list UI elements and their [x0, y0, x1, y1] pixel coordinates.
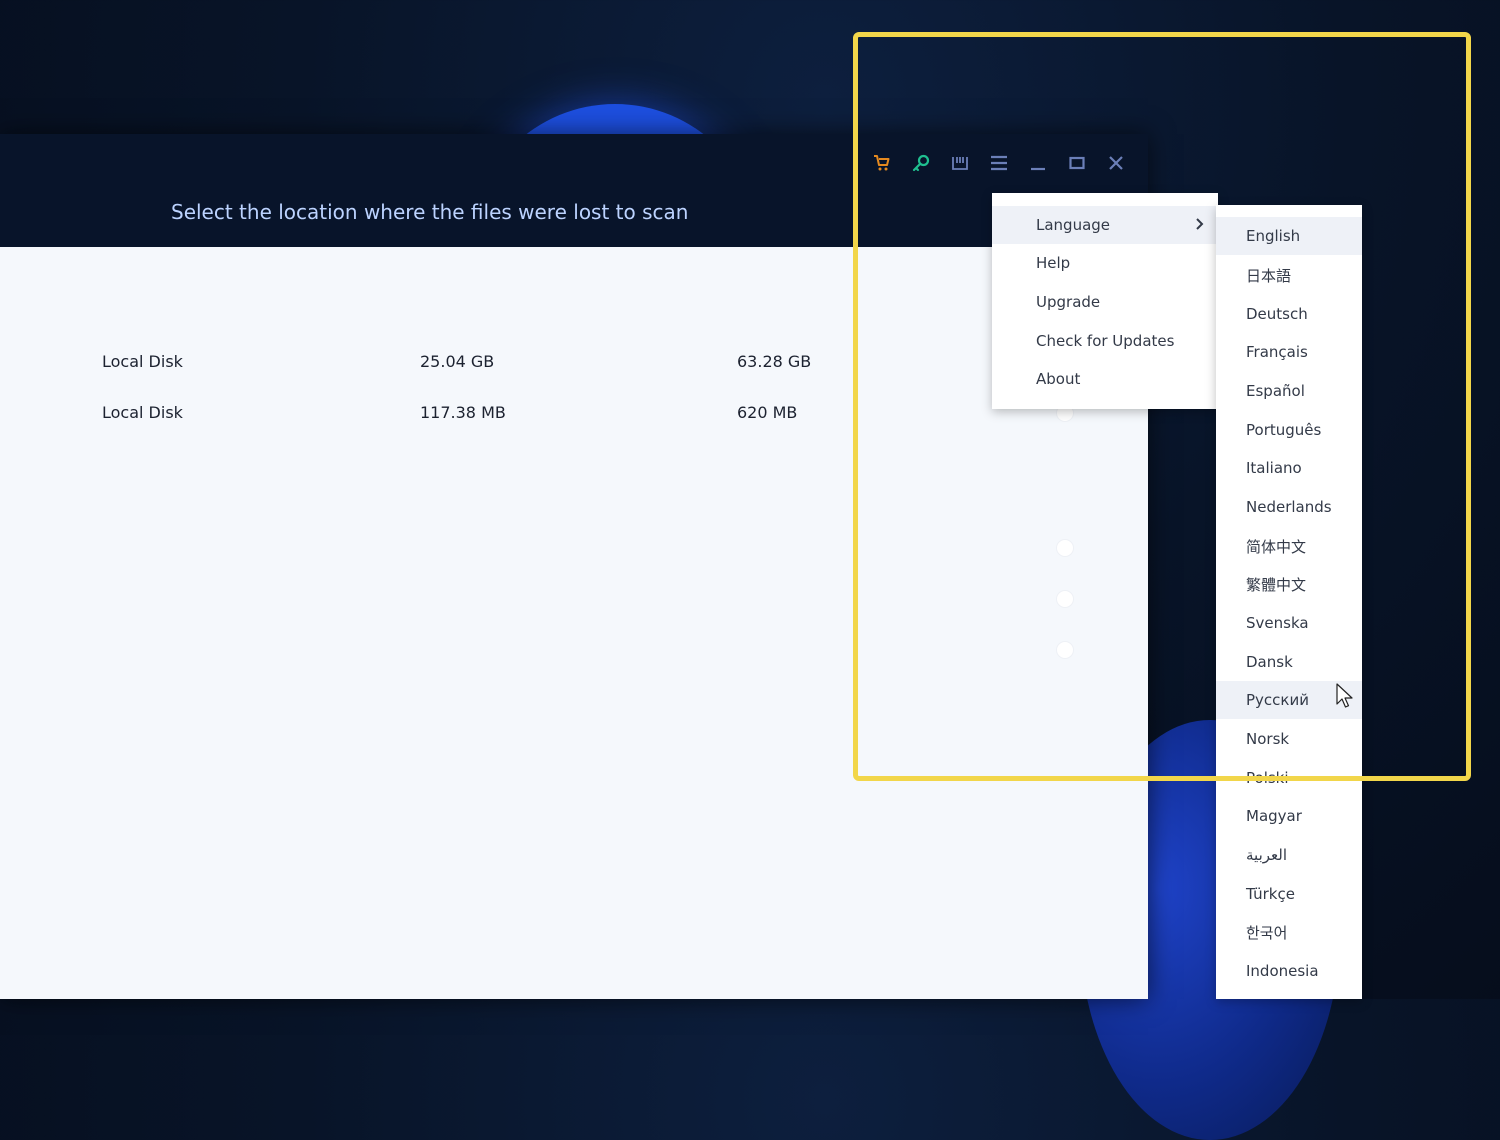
language-item-dutch[interactable]: Nederlands	[1216, 488, 1362, 526]
drive-row[interactable]: Local Disk 117.38 MB 620 MB	[102, 403, 842, 427]
key-icon	[912, 154, 930, 172]
menu-item-label: About	[1036, 370, 1081, 388]
language-item-portuguese[interactable]: Português	[1216, 411, 1362, 449]
main-menu-button[interactable]	[984, 150, 1014, 176]
language-item-polish[interactable]: Polski	[1216, 759, 1362, 797]
language-item-hungarian[interactable]: Magyar	[1216, 797, 1362, 835]
register-key-button[interactable]	[906, 150, 936, 176]
language-item-simplified-chinese[interactable]: 简体中文	[1216, 527, 1362, 565]
title-bar: Select the location where the files were…	[0, 134, 1148, 247]
save-icon	[952, 157, 968, 170]
language-item-indonesian[interactable]: Indonesia	[1216, 952, 1362, 990]
close-icon	[1109, 156, 1123, 170]
chevron-right-icon	[1196, 218, 1204, 230]
menu-icon	[991, 155, 1007, 171]
drive-total: 620 MB	[737, 403, 798, 422]
language-item-italian[interactable]: Italiano	[1216, 449, 1362, 487]
language-item-norwegian[interactable]: Norsk	[1216, 720, 1362, 758]
app-window: Select the location where the files were…	[0, 134, 1148, 999]
language-item-danish[interactable]: Dansk	[1216, 643, 1362, 681]
menu-item-label: Check for Updates	[1036, 332, 1175, 350]
drive-radio[interactable]	[1056, 539, 1074, 557]
drive-used: 25.04 GB	[420, 352, 495, 371]
language-item-english[interactable]: English	[1216, 217, 1362, 255]
menu-item-about[interactable]: About	[992, 360, 1218, 398]
menu-item-language[interactable]: Language	[992, 206, 1218, 244]
language-item-japanese[interactable]: 日本語	[1216, 256, 1362, 294]
menu-item-label: Help	[1036, 254, 1071, 272]
drive-row[interactable]: Local Disk 25.04 GB 63.28 GB	[102, 352, 842, 376]
drive-radio[interactable]	[1056, 641, 1074, 659]
language-submenu: English 日本語 Deutsch Français Español Por…	[1216, 205, 1362, 999]
language-item-swedish[interactable]: Svenska	[1216, 604, 1362, 642]
save-scan-button[interactable]	[945, 150, 975, 176]
mouse-cursor-icon	[1336, 683, 1353, 708]
drive-total: 63.28 GB	[737, 352, 812, 371]
menu-item-label: Upgrade	[1036, 293, 1101, 311]
main-menu-dropdown: Language Help Upgrade Check for Updates …	[992, 193, 1218, 409]
minimize-icon	[1031, 167, 1045, 171]
drive-radio[interactable]	[1056, 590, 1074, 608]
language-item-german[interactable]: Deutsch	[1216, 295, 1362, 333]
language-item-turkish[interactable]: Türkçe	[1216, 875, 1362, 913]
menu-item-help[interactable]: Help	[992, 244, 1218, 282]
page-title: Select the location where the files were…	[171, 200, 689, 224]
drive-name: Local Disk	[102, 352, 183, 371]
menu-item-label: Language	[1036, 216, 1111, 234]
language-item-french[interactable]: Français	[1216, 333, 1362, 371]
cart-button[interactable]	[867, 150, 897, 176]
menu-item-upgrade[interactable]: Upgrade	[992, 283, 1218, 321]
drive-used: 117.38 MB	[420, 403, 506, 422]
maximize-icon	[1069, 156, 1085, 170]
cart-icon	[874, 155, 890, 171]
minimize-button[interactable]	[1023, 150, 1053, 176]
language-item-spanish[interactable]: Español	[1216, 372, 1362, 410]
drive-name: Local Disk	[102, 403, 183, 422]
language-item-korean[interactable]: 한국어	[1216, 913, 1362, 951]
language-item-arabic[interactable]: العربية	[1216, 836, 1362, 874]
close-button[interactable]	[1101, 150, 1131, 176]
menu-item-check-updates[interactable]: Check for Updates	[992, 322, 1218, 360]
maximize-button[interactable]	[1062, 150, 1092, 176]
language-item-traditional-chinese[interactable]: 繁體中文	[1216, 565, 1362, 603]
